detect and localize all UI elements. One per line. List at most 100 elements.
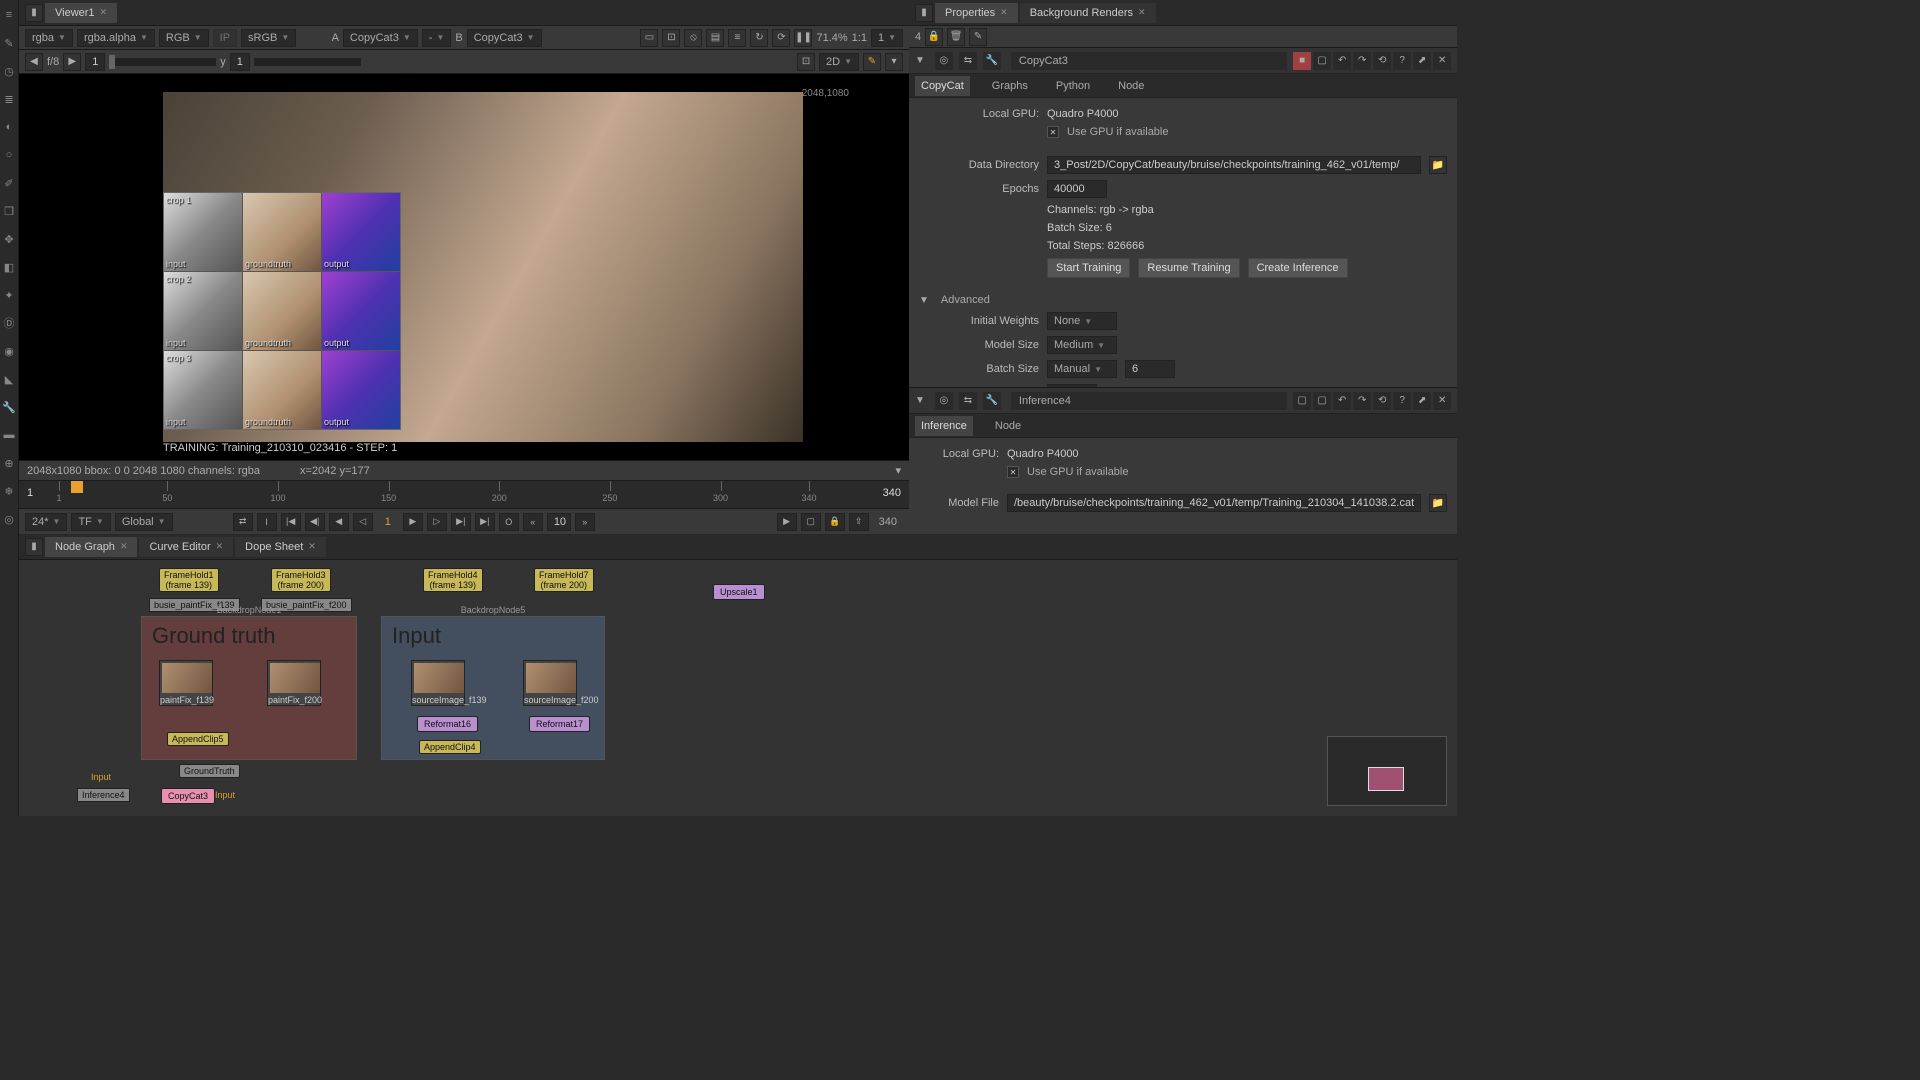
fps-dropdown[interactable]: 24*▼ xyxy=(25,513,67,531)
pb-2-icon[interactable]: ▢ xyxy=(801,513,821,531)
float-icon[interactable]: ⬈ xyxy=(1413,52,1431,70)
revert-icon[interactable]: ⟲ xyxy=(1373,392,1391,410)
tool-snowflake-icon[interactable]: ❄ xyxy=(0,482,18,500)
subtab-graphs[interactable]: Graphs xyxy=(986,76,1034,96)
tab-viewer1[interactable]: Viewer1✕ xyxy=(45,3,117,23)
panel-handle-icon[interactable]: ▮ xyxy=(25,4,43,22)
tool-cube-icon[interactable]: ◧ xyxy=(0,258,18,276)
wrench-icon[interactable]: 🔧 xyxy=(983,392,1001,410)
tool-move-icon[interactable]: ✥ xyxy=(0,230,18,248)
last-frame-icon[interactable]: ▶| xyxy=(475,513,495,531)
vtool-2-icon[interactable]: ⊡ xyxy=(662,29,680,47)
step-fwd-icon[interactable]: ▷ xyxy=(427,513,447,531)
ip-toggle[interactable]: IP xyxy=(213,29,237,47)
node-sourceimage-f200[interactable]: sourceImage_f200 xyxy=(523,660,577,706)
node-sourceimage-f139[interactable]: sourceImage_f139 xyxy=(411,660,465,706)
batch-size-dropdown[interactable]: Manual▼ xyxy=(1047,360,1117,378)
vtool-4-icon[interactable]: ▤ xyxy=(706,29,724,47)
resume-training-button[interactable]: Resume Training xyxy=(1138,258,1239,278)
ratio-value[interactable]: 1:1 xyxy=(852,32,867,44)
node-framehold3[interactable]: FrameHold3 (frame 200) xyxy=(271,568,331,592)
folder-icon[interactable]: 📁 xyxy=(1429,156,1447,174)
link-icon[interactable]: ⇆ xyxy=(959,52,977,70)
proxy-dropdown[interactable]: 1▼ xyxy=(871,29,903,47)
swap-icon[interactable]: ⇄ xyxy=(233,513,253,531)
f-value[interactable]: 1 xyxy=(85,53,105,71)
a-dash-dropdown[interactable]: -▼ xyxy=(422,29,452,47)
lock-icon[interactable]: 🔒 xyxy=(925,28,943,46)
pb-1-icon[interactable]: ▶ xyxy=(777,513,797,531)
next-key-icon[interactable]: ▶ xyxy=(63,53,81,71)
node-upscale[interactable]: Upscale1 xyxy=(713,584,765,600)
pencil-icon[interactable]: ✎ xyxy=(969,28,987,46)
subtab-inference[interactable]: Inference xyxy=(915,416,973,436)
gpu-checkbox[interactable]: ✕ xyxy=(1047,126,1059,138)
step-size[interactable]: 10 xyxy=(547,513,571,531)
undo-icon[interactable]: ↶ xyxy=(1333,392,1351,410)
view-mode-dropdown[interactable]: 2D▼ xyxy=(819,53,859,71)
model-file-field[interactable]: /beauty/bruise/checkpoints/training_462_… xyxy=(1007,494,1421,512)
tool-clock-icon[interactable]: ◷ xyxy=(0,62,18,80)
tool-target-icon[interactable]: ◎ xyxy=(0,510,18,528)
node-appendclip4[interactable]: AppendClip4 xyxy=(419,740,481,754)
viewer-canvas[interactable]: 2048,1080 crop 1input groundtruth output… xyxy=(19,74,909,460)
vtool-5-icon[interactable]: ≡ xyxy=(728,29,746,47)
subtab-copycat[interactable]: CopyCat xyxy=(915,76,970,96)
vtool-1-icon[interactable]: ▭ xyxy=(640,29,658,47)
dropdown-icon[interactable]: ▾ xyxy=(885,53,903,71)
node-paintfix-f200[interactable]: paintFix_f200 xyxy=(267,660,321,706)
undo-icon[interactable]: ↶ xyxy=(1333,52,1351,70)
start-training-button[interactable]: Start Training xyxy=(1047,258,1130,278)
scope-dropdown[interactable]: Global▼ xyxy=(115,513,173,531)
panel-handle-icon[interactable]: ▮ xyxy=(915,4,933,22)
gpu-checkbox[interactable]: ✕ xyxy=(1007,466,1019,478)
tool-eye-icon[interactable]: ◉ xyxy=(0,342,18,360)
revert-icon[interactable]: ⟲ xyxy=(1373,52,1391,70)
help-icon[interactable]: ? xyxy=(1393,52,1411,70)
step-back-n-icon[interactable]: « xyxy=(523,513,543,531)
current-frame[interactable]: 1 xyxy=(377,516,399,528)
flag-2-icon[interactable]: ▢ xyxy=(1313,392,1331,410)
node-graph-canvas[interactable]: FrameHold1 (frame 139) FrameHold3 (frame… xyxy=(19,560,1457,816)
trash-icon[interactable]: 🗑 xyxy=(947,28,965,46)
fstop-label[interactable]: f/8 xyxy=(47,56,59,68)
minimap[interactable] xyxy=(1327,736,1447,806)
flag-2-icon[interactable]: ▢ xyxy=(1313,52,1331,70)
tool-wrench-icon[interactable]: 🔧 xyxy=(0,398,18,416)
subtab-python[interactable]: Python xyxy=(1050,76,1096,96)
tool-d-icon[interactable]: Ⓓ xyxy=(0,314,18,332)
vtool-pause-icon[interactable]: ❚❚ xyxy=(794,29,812,47)
playhead[interactable] xyxy=(71,481,83,493)
tab-curve-editor[interactable]: Curve Editor✕ xyxy=(139,537,233,557)
node-name-field[interactable]: Inference4 xyxy=(1011,392,1287,410)
tab-bg-renders[interactable]: Background Renders✕ xyxy=(1020,3,1156,23)
tool-globe-icon[interactable]: ⊕ xyxy=(0,454,18,472)
pencil-icon[interactable]: ✎ xyxy=(863,53,881,71)
center-icon[interactable]: ◎ xyxy=(935,392,953,410)
model-size-dropdown[interactable]: Medium▼ xyxy=(1047,336,1117,354)
play-back-icon[interactable]: ◁ xyxy=(353,513,373,531)
channel-dropdown[interactable]: rgba▼ xyxy=(25,29,73,47)
flag-1-icon[interactable]: ■ xyxy=(1293,52,1311,70)
node-groundtruth[interactable]: GroundTruth xyxy=(179,764,240,778)
node-reformat17[interactable]: Reformat17 xyxy=(529,716,590,732)
colorspace-dropdown[interactable]: RGB▼ xyxy=(159,29,209,47)
panel-handle-icon[interactable]: ▮ xyxy=(25,538,43,556)
timeline[interactable]: 1 340 150100150200250300340 xyxy=(19,480,909,508)
node-reformat16[interactable]: Reformat16 xyxy=(417,716,478,732)
tool-menu-icon[interactable]: ≡ xyxy=(0,6,18,24)
chevron-down-icon[interactable]: ▾ xyxy=(895,464,901,477)
next-key-button[interactable]: ▶| xyxy=(451,513,471,531)
help-icon[interactable]: ? xyxy=(1393,392,1411,410)
subtab-node[interactable]: Node xyxy=(989,416,1027,436)
node-framehold7[interactable]: FrameHold7 (frame 200) xyxy=(534,568,594,592)
tab-properties[interactable]: Properties✕ xyxy=(935,3,1018,23)
close-icon[interactable]: ✕ xyxy=(100,7,108,18)
step-fwd-n-icon[interactable]: » xyxy=(575,513,595,531)
tab-dope-sheet[interactable]: Dope Sheet✕ xyxy=(235,537,326,557)
roi-icon[interactable]: ⊡ xyxy=(797,53,815,71)
vtool-7-icon[interactable]: ⟳ xyxy=(772,29,790,47)
tool-circle-icon[interactable]: ○ xyxy=(0,146,18,164)
node-framehold1[interactable]: FrameHold1 (frame 139) xyxy=(159,568,219,592)
folder-icon[interactable]: 📁 xyxy=(1429,494,1447,512)
